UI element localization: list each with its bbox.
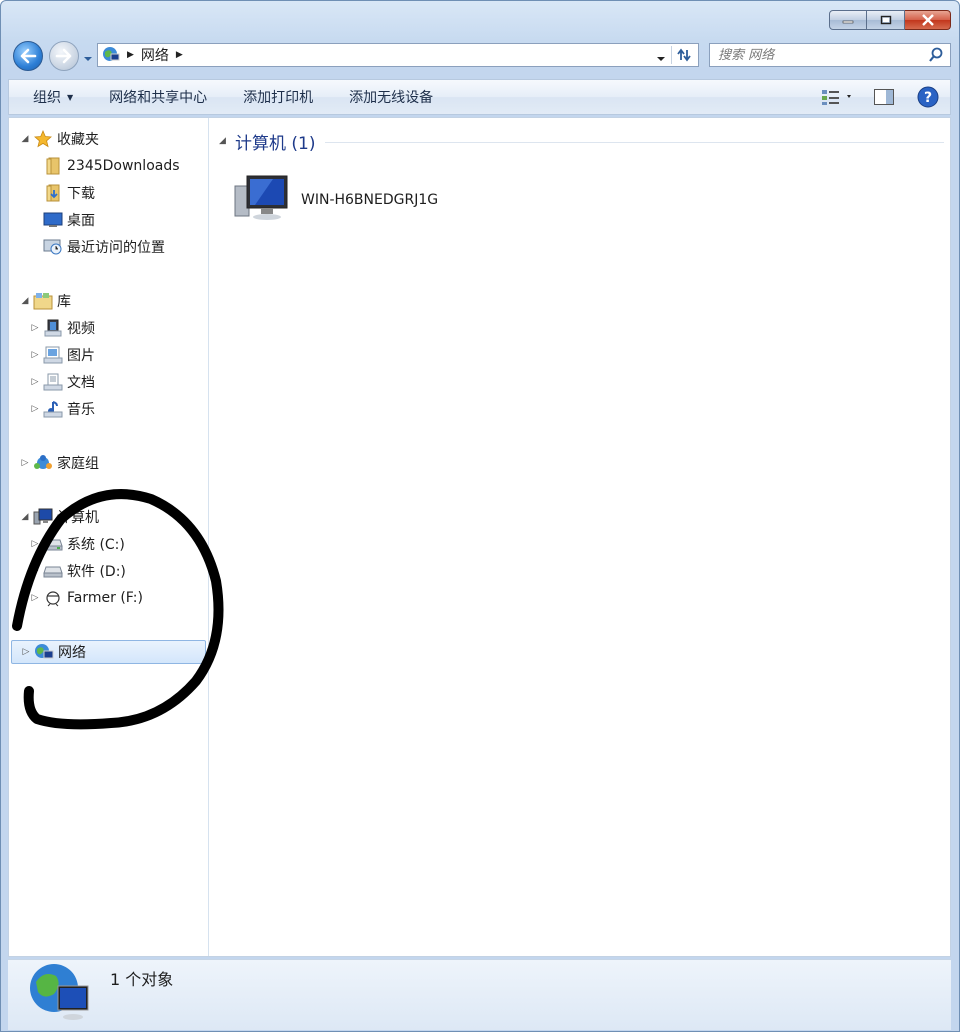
content-area: ◢ 收藏夹 2345Downloads 下载 桌面 最近访问的位置 ◢ 库 ▷ …: [8, 117, 951, 957]
collapse-arrow-icon[interactable]: ◢: [219, 136, 235, 146]
chevron-down-icon: [84, 57, 92, 61]
navigation-pane: ◢ 收藏夹 2345Downloads 下载 桌面 最近访问的位置 ◢ 库 ▷ …: [9, 118, 209, 956]
computer-icon: [233, 172, 291, 228]
nav-item-videos[interactable]: ▷ 视频: [29, 316, 95, 340]
expand-arrow-icon[interactable]: ▷: [20, 647, 32, 657]
nav-item-music[interactable]: ▷ 音乐: [29, 397, 95, 421]
minimize-icon: [842, 20, 854, 24]
item-count: 1 个对象: [110, 970, 174, 989]
expand-arrow-icon[interactable]: ▷: [29, 377, 41, 387]
expand-arrow-icon[interactable]: ▷: [29, 539, 41, 549]
computer-icon: [33, 508, 53, 526]
network-icon: [102, 46, 120, 64]
svg-text:?: ?: [924, 90, 932, 106]
nav-item-2345downloads[interactable]: 2345Downloads: [29, 154, 180, 178]
minimize-button[interactable]: [829, 10, 867, 30]
recent-pages-dropdown[interactable]: [83, 51, 93, 67]
nav-item-drive-f[interactable]: ▷ Farmer (F:): [29, 586, 143, 610]
expand-arrow-icon[interactable]: ▷: [29, 593, 41, 603]
maximize-icon: [880, 15, 891, 25]
breadcrumb-separator[interactable]: ▶: [176, 50, 183, 60]
homegroup-icon: [33, 454, 53, 472]
network-icon: [28, 962, 92, 1026]
chevron-down-icon: [657, 57, 665, 61]
chevron-down-icon: ▼: [67, 92, 74, 102]
back-arrow-icon: [20, 48, 37, 64]
search-box[interactable]: [709, 43, 951, 67]
collapse-arrow-icon[interactable]: ◢: [19, 296, 31, 306]
collapse-arrow-icon[interactable]: ◢: [19, 134, 31, 144]
file-list-pane: ◢ 计算机 (1) WIN-H6BNEDGRJ1G: [209, 118, 950, 956]
help-icon: ?: [917, 86, 939, 108]
drive-icon: [43, 535, 63, 553]
music-icon: [43, 400, 63, 418]
address-bar[interactable]: ▶ 网络 ▶: [97, 43, 699, 67]
nav-item-documents[interactable]: ▷ 文档: [29, 370, 95, 394]
usb-drive-icon: [43, 589, 63, 607]
preview-pane-button[interactable]: [862, 80, 906, 114]
command-bar-right: ?: [812, 80, 950, 114]
expand-arrow-icon[interactable]: ▷: [29, 404, 41, 414]
close-button[interactable]: [905, 10, 951, 30]
drive-icon: [43, 562, 63, 580]
star-icon: [33, 130, 53, 148]
search-input[interactable]: [710, 46, 928, 64]
nav-item-desktop[interactable]: 桌面: [29, 208, 95, 232]
nav-item-downloads[interactable]: 下载: [29, 181, 95, 205]
organize-button[interactable]: 组织 ▼: [9, 80, 91, 114]
command-bar: 组织 ▼ 网络和共享中心 添加打印机 添加无线设备 ?: [8, 79, 951, 115]
nav-item-recent-places[interactable]: 最近访问的位置: [29, 235, 165, 259]
collapse-arrow-icon[interactable]: ◢: [19, 512, 31, 522]
expand-arrow-icon[interactable]: ▷: [29, 566, 41, 576]
documents-icon: [43, 373, 63, 391]
back-button[interactable]: [13, 41, 43, 71]
breadcrumb-separator[interactable]: ▶: [127, 50, 134, 60]
recent-places-icon: [43, 238, 63, 256]
forward-button[interactable]: [49, 41, 79, 71]
folder-icon: [43, 157, 63, 175]
nav-network[interactable]: ▷ 网络: [11, 640, 206, 664]
network-sharing-center-button[interactable]: 网络和共享中心: [91, 80, 225, 114]
explorer-window: ▶ 网络 ▶ 组织▼ 网络和共享中心 添加打印机 添加无线设备: [0, 0, 960, 1032]
breadcrumb-network[interactable]: 网络: [141, 45, 169, 65]
preview-pane-icon: [874, 89, 894, 105]
nav-item-drive-c[interactable]: ▷ 系统 (C:): [29, 532, 125, 556]
library-icon: [33, 292, 53, 310]
nav-homegroup[interactable]: ▷ 家庭组: [19, 451, 99, 475]
nav-item-drive-d[interactable]: ▷ 软件 (D:): [29, 559, 126, 583]
details-pane: 1 个对象: [8, 959, 951, 1030]
add-printer-button[interactable]: 添加打印机: [225, 80, 331, 114]
file-item-computer[interactable]: WIN-H6BNEDGRJ1G: [233, 172, 438, 228]
close-icon: [921, 14, 934, 26]
expand-arrow-icon[interactable]: ▷: [29, 323, 41, 333]
view-options-icon: [822, 90, 851, 105]
group-header-computer[interactable]: ◢ 计算机 (1): [219, 128, 944, 154]
refresh-button[interactable]: [671, 46, 694, 64]
refresh-icon: [677, 48, 691, 62]
address-dropdown[interactable]: [656, 51, 666, 67]
network-icon: [34, 643, 54, 661]
group-divider: [325, 141, 944, 143]
nav-favorites[interactable]: ◢ 收藏夹: [19, 127, 99, 151]
search-icon[interactable]: [928, 47, 944, 63]
window-controls: [829, 10, 951, 30]
expand-arrow-icon[interactable]: ▷: [19, 458, 31, 468]
help-button[interactable]: ?: [906, 80, 950, 114]
video-icon: [43, 319, 63, 337]
nav-item-pictures[interactable]: ▷ 图片: [29, 343, 95, 367]
nav-libraries[interactable]: ◢ 库: [19, 289, 71, 313]
forward-arrow-icon: [55, 48, 72, 64]
view-options-button[interactable]: [812, 80, 862, 114]
navigation-bar: ▶ 网络 ▶: [1, 39, 959, 75]
desktop-icon: [43, 211, 63, 229]
downloads-folder-icon: [43, 184, 63, 202]
expand-arrow-icon[interactable]: ▷: [29, 350, 41, 360]
pictures-icon: [43, 346, 63, 364]
nav-computer[interactable]: ◢ 计算机: [19, 505, 99, 529]
add-wireless-device-button[interactable]: 添加无线设备: [331, 80, 451, 114]
maximize-button[interactable]: [867, 10, 905, 30]
